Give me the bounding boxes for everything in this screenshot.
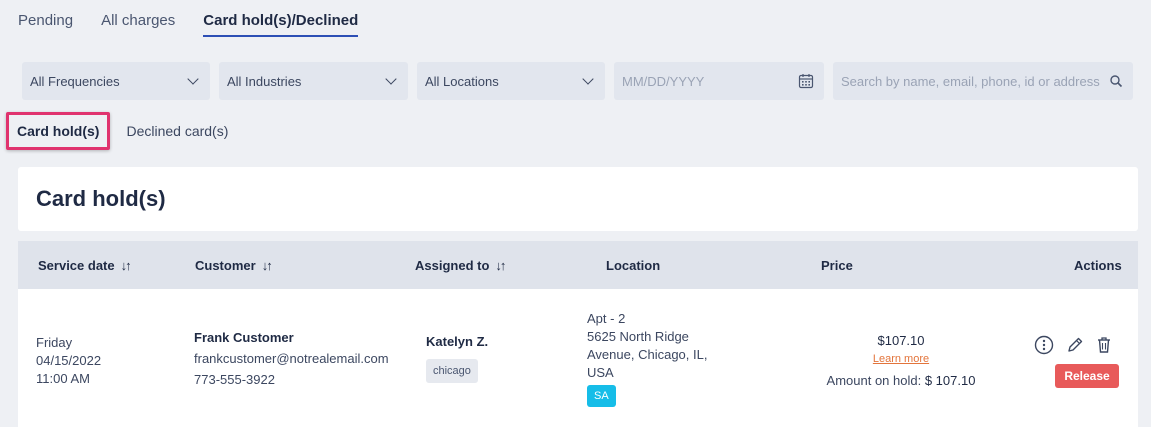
sort-icon[interactable]: ↓↑ bbox=[495, 258, 506, 273]
location-select[interactable]: All Locations bbox=[417, 62, 605, 100]
section-title: Card hold(s) bbox=[36, 186, 166, 211]
column-label: Customer bbox=[195, 257, 256, 273]
location-select-value: All Locations bbox=[425, 73, 499, 89]
subtab-card-holds[interactable]: Card hold(s) bbox=[6, 112, 111, 150]
price-value: $107.10 bbox=[877, 333, 925, 348]
assignee-tag: chicago bbox=[426, 359, 478, 383]
filter-bar: All Frequencies All Industries All Locat… bbox=[22, 62, 1133, 100]
sort-icon[interactable]: ↓↑ bbox=[262, 258, 273, 273]
customer-cell: Frank Customer frankcustomer@notrealemai… bbox=[194, 327, 389, 390]
location-cell: Apt - 2 5625 North Ridge Avenue, Chicago… bbox=[587, 310, 707, 407]
frequency-select[interactable]: All Frequencies bbox=[22, 62, 210, 100]
column-label: Assigned to bbox=[415, 257, 490, 273]
industry-select-value: All Industries bbox=[227, 73, 302, 89]
assignee-cell: Katelyn Z. chicago bbox=[426, 333, 488, 383]
section-header: Card hold(s) bbox=[18, 167, 1138, 231]
column-service-date[interactable]: Service date ↓↑ bbox=[38, 257, 132, 273]
column-location: Location bbox=[606, 258, 660, 273]
location-line: USA bbox=[587, 365, 614, 380]
table-header: Service date ↓↑ Customer ↓↑ Assigned to … bbox=[18, 241, 1138, 289]
sort-icon[interactable]: ↓↑ bbox=[121, 258, 132, 273]
table-row: Friday 04/15/2022 11:00 AM Frank Custome… bbox=[18, 289, 1138, 427]
release-button[interactable]: Release bbox=[1055, 364, 1119, 388]
column-label: Location bbox=[606, 257, 661, 273]
customer-name[interactable]: Frank Customer bbox=[194, 327, 389, 348]
top-tabs: Pending All charges Card hold(s)/Decline… bbox=[18, 12, 386, 37]
column-price: Price bbox=[821, 258, 853, 273]
column-label: Actions bbox=[1074, 257, 1122, 273]
column-label: Service date bbox=[38, 257, 115, 273]
search-input-placeholder: Search by name, email, phone, id or addr… bbox=[841, 73, 1100, 89]
search-input[interactable]: Search by name, email, phone, id or addr… bbox=[833, 62, 1133, 100]
column-label: Price bbox=[821, 257, 853, 273]
industry-select[interactable]: All Industries bbox=[219, 62, 408, 100]
service-day: Friday bbox=[36, 335, 73, 350]
location-line: Apt - 2 bbox=[587, 311, 626, 326]
calendar-icon bbox=[798, 74, 814, 89]
subtab-declined-cards[interactable]: Declined card(s) bbox=[126, 123, 228, 139]
column-assigned-to[interactable]: Assigned to ↓↑ bbox=[415, 257, 506, 273]
hold-amount: $ 107.10 bbox=[924, 373, 976, 388]
delete-icon[interactable] bbox=[1094, 335, 1114, 355]
location-badge: SA bbox=[587, 385, 616, 407]
amount-on-hold: Amount on hold: $ 107.10 bbox=[821, 372, 981, 390]
customer-phone: 773-555-3922 bbox=[194, 372, 275, 387]
sub-tabs: Card hold(s) Declined card(s) bbox=[6, 112, 228, 150]
column-actions: Actions bbox=[1074, 258, 1122, 273]
tab-pending[interactable]: Pending bbox=[18, 12, 73, 37]
date-input-placeholder: MM/DD/YYYY bbox=[622, 73, 705, 89]
service-date: 04/15/2022 bbox=[36, 353, 102, 368]
hold-label: Amount on hold: bbox=[826, 373, 922, 388]
service-time: 11:00 AM bbox=[36, 371, 90, 386]
learn-more-link[interactable]: Learn more bbox=[821, 350, 981, 368]
location-line: Avenue, Chicago, IL, bbox=[587, 347, 708, 362]
chevron-down-icon bbox=[384, 74, 398, 88]
date-input[interactable]: MM/DD/YYYY bbox=[614, 62, 824, 100]
frequency-select-value: All Frequencies bbox=[30, 73, 120, 89]
search-icon bbox=[1110, 75, 1123, 88]
column-customer[interactable]: Customer ↓↑ bbox=[195, 257, 273, 273]
chevron-down-icon bbox=[581, 74, 595, 88]
edit-icon[interactable] bbox=[1065, 335, 1085, 355]
tab-card-holds-declined[interactable]: Card hold(s)/Declined bbox=[203, 12, 359, 37]
assignee-name: Katelyn Z. bbox=[426, 334, 489, 349]
customer-email: frankcustomer@notrealemail.com bbox=[194, 351, 389, 366]
chevron-down-icon bbox=[186, 74, 200, 88]
service-date-cell: Friday 04/15/2022 11:00 AM bbox=[36, 334, 101, 388]
price-cell: $107.10 Learn more Amount on hold: $ 107… bbox=[821, 332, 981, 390]
location-line: 5625 North Ridge bbox=[587, 329, 689, 344]
more-options-icon[interactable] bbox=[1034, 335, 1054, 355]
tab-all-charges[interactable]: All charges bbox=[101, 12, 175, 37]
